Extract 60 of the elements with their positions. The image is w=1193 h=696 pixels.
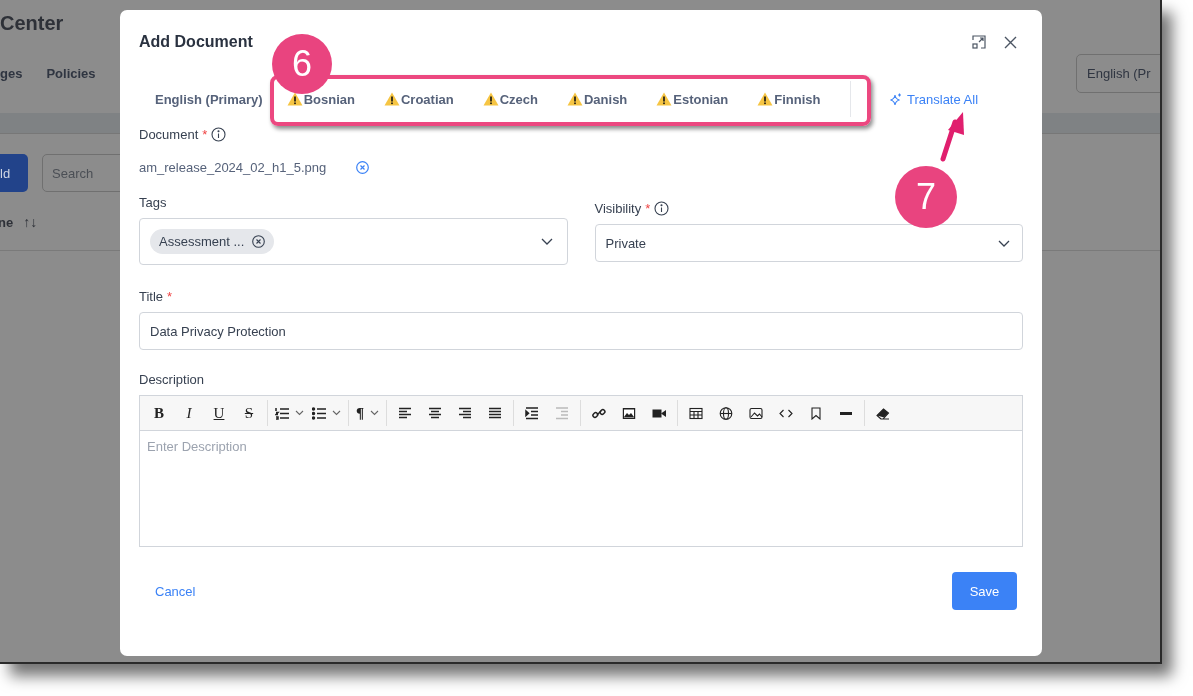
translate-all-button[interactable]: Translate All bbox=[889, 91, 979, 107]
bullet-list-icon bbox=[312, 406, 326, 420]
page-title: Center bbox=[0, 12, 64, 36]
field-label: Visibility bbox=[594, 201, 642, 216]
align-right-icon bbox=[458, 406, 473, 420]
language-tab[interactable]: Danish bbox=[546, 91, 637, 107]
paragraph-button[interactable]: ¶ bbox=[352, 398, 384, 428]
outdent-icon bbox=[555, 406, 570, 420]
cancel-button[interactable]: Cancel bbox=[155, 583, 196, 599]
language-select[interactable]: English (Pr bbox=[1076, 53, 1160, 93]
info-icon[interactable] bbox=[211, 127, 227, 142]
align-left-icon bbox=[398, 406, 413, 420]
expand-icon[interactable] bbox=[972, 35, 986, 49]
field-label: Title bbox=[139, 289, 164, 304]
language-tab[interactable]: Estonian bbox=[636, 91, 738, 107]
table-icon bbox=[689, 406, 704, 420]
justify-icon bbox=[488, 406, 503, 420]
visibility-select[interactable]: Private bbox=[594, 224, 1023, 262]
chevron-down-icon bbox=[998, 239, 1010, 247]
link-icon bbox=[592, 406, 607, 420]
ordered-list-icon bbox=[275, 406, 289, 420]
eraser-icon bbox=[876, 406, 891, 420]
underline-button[interactable]: U bbox=[204, 398, 234, 428]
italic-button[interactable]: I bbox=[174, 398, 204, 428]
picture-icon bbox=[749, 406, 764, 420]
align-center-icon bbox=[428, 406, 443, 420]
strike-button[interactable]: S bbox=[234, 398, 264, 428]
pointer-arrow bbox=[937, 110, 967, 162]
description-field[interactable]: Enter Description bbox=[139, 431, 1023, 547]
nav-tab[interactable]: Policies bbox=[46, 65, 96, 81]
language-tab[interactable]: English (Primary) bbox=[139, 91, 267, 107]
sparkle-icon bbox=[889, 92, 902, 106]
language-tab[interactable]: Finnish bbox=[737, 91, 830, 107]
close-icon[interactable] bbox=[1004, 35, 1017, 49]
required-mark: * bbox=[167, 289, 173, 304]
add-button[interactable]: ld bbox=[0, 154, 28, 192]
language-tab[interactable]: Croatian bbox=[363, 91, 463, 107]
title-input[interactable]: Data Privacy Protection bbox=[139, 312, 1023, 350]
sort-icon[interactable]: ↑↓ bbox=[23, 214, 38, 230]
field-label: Description bbox=[139, 372, 205, 387]
required-mark: * bbox=[202, 127, 208, 142]
image-icon bbox=[622, 406, 637, 420]
dialog-title: Add Document bbox=[139, 33, 253, 51]
save-button[interactable]: Save bbox=[952, 572, 1017, 610]
language-tab[interactable]: Bosnian bbox=[266, 91, 364, 107]
required-mark: * bbox=[645, 201, 651, 216]
tag-chip: Assessment ... bbox=[150, 229, 275, 254]
language-tab[interactable]: Czech bbox=[462, 91, 547, 107]
info-icon[interactable] bbox=[654, 201, 670, 216]
globe-icon bbox=[719, 406, 734, 420]
nav-tab[interactable]: ges bbox=[0, 65, 23, 81]
field-label: Tags bbox=[139, 195, 167, 210]
remove-tag-icon[interactable] bbox=[252, 235, 266, 248]
bold-button[interactable]: B bbox=[144, 398, 174, 428]
remove-file-icon[interactable] bbox=[356, 161, 370, 174]
tags-select[interactable]: Assessment ... bbox=[139, 218, 568, 265]
bookmark-icon bbox=[809, 406, 824, 420]
chevron-down-icon bbox=[540, 238, 553, 245]
indent-icon bbox=[525, 406, 540, 420]
field-label: Document bbox=[139, 127, 199, 142]
